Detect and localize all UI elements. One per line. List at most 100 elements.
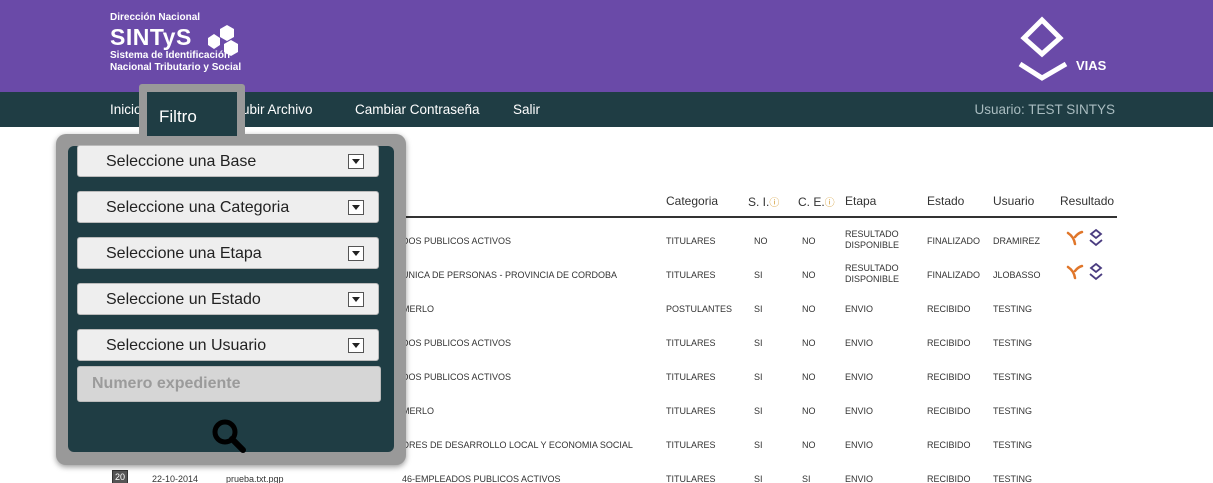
- row-etapa-2: DISPONIBLE: [845, 240, 900, 250]
- vias-label: VIAS: [1076, 58, 1107, 73]
- download-result-icon[interactable]: [1066, 230, 1084, 246]
- row-date: 22-10-2014: [152, 474, 199, 483]
- row-si: SI: [754, 338, 763, 348]
- row-name: DOS PUBLICOS ACTIVOS: [402, 372, 512, 382]
- row-ce: NO: [802, 406, 816, 416]
- vias-logo-icon[interactable]: [1010, 14, 1080, 86]
- row-file[interactable]: prueba.txt.pgp: [226, 474, 284, 483]
- row-estado: RECIBIDO: [927, 372, 971, 382]
- row-si: SI: [754, 304, 763, 314]
- row-name: MERLO: [402, 406, 435, 416]
- vias-result-icon[interactable]: [1089, 262, 1103, 281]
- row-categoria: TITULARES: [666, 236, 716, 246]
- row-usuario: JLOBASSO: [993, 270, 1041, 280]
- row-name: 46-EMPLEADOS PUBLICOS ACTIVOS: [402, 474, 561, 483]
- filter-tab-inner: Filtro: [147, 92, 237, 136]
- nav-item-salir[interactable]: Salir: [513, 102, 540, 117]
- col-header-resultado: Resultado: [1060, 194, 1115, 208]
- chevron-down-icon[interactable]: [348, 200, 364, 215]
- expediente-input[interactable]: [77, 366, 381, 402]
- select-base-label: Seleccione una Base: [106, 153, 257, 170]
- row-categoria: TITULARES: [666, 440, 716, 450]
- select-etapa[interactable]: Seleccione una Etapa: [77, 237, 379, 269]
- row-si: SI: [754, 372, 763, 382]
- row-si: SI: [754, 406, 763, 416]
- search-icon[interactable]: [211, 418, 247, 454]
- nav-item-inicio[interactable]: Inicio: [110, 102, 142, 117]
- help-icon[interactable]: ⓘ: [825, 198, 835, 209]
- current-user-label: Usuario: TEST SINTYS: [974, 102, 1115, 117]
- help-icon[interactable]: ⓘ: [769, 198, 779, 209]
- app-header: Dirección Nacional SINTyS Sistema de Ide…: [0, 0, 1213, 92]
- row-ce: NO: [802, 270, 816, 280]
- row-etapa: ENVIO: [845, 474, 874, 483]
- nav-item-cambiar-contrasena[interactable]: Cambiar Contraseña: [355, 102, 480, 117]
- select-categoria-label: Seleccione una Categoria: [106, 199, 290, 216]
- chevron-down-icon[interactable]: [348, 292, 364, 307]
- row-name: DOS PUBLICOS ACTIVOS: [402, 338, 512, 348]
- row-name: DOS PUBLICOS ACTIVOS: [402, 236, 512, 246]
- row-estado: RECIBIDO: [927, 338, 971, 348]
- filter-tab[interactable]: Filtro: [139, 84, 245, 136]
- col-header-ce-label: C. E.: [798, 195, 825, 209]
- logo-org-small: Dirección Nacional: [110, 12, 201, 23]
- row-name: UNICA DE PERSONAS - PROVINCIA DE CORDOBA: [402, 270, 618, 280]
- sintys-hexagons-icon: [208, 25, 238, 56]
- row-categoria: TITULARES: [666, 270, 716, 280]
- col-header-estado[interactable]: Estado: [927, 194, 964, 208]
- row-usuario: TESTING: [993, 406, 1033, 416]
- row-name: MERLO: [402, 304, 435, 314]
- row-ce: SI: [802, 474, 811, 483]
- row-estado: RECIBIDO: [927, 440, 971, 450]
- row-si: SI: [754, 474, 763, 483]
- row-usuario: TESTING: [993, 372, 1033, 382]
- vias-result-icon[interactable]: [1089, 228, 1103, 247]
- row-ce: NO: [802, 236, 816, 246]
- row-etapa: ENVIO: [845, 304, 874, 314]
- chevron-down-icon[interactable]: [348, 246, 364, 261]
- result-icons: [1066, 228, 1103, 247]
- select-usuario-label: Seleccione un Usuario: [106, 337, 267, 354]
- filter-tab-label: Filtro: [159, 107, 197, 126]
- row-estado: RECIBIDO: [927, 406, 971, 416]
- row-estado: RECIBIDO: [927, 474, 971, 483]
- col-header-etapa[interactable]: Etapa: [845, 194, 876, 208]
- result-icons: [1066, 262, 1103, 281]
- row-name: ORES DE DESARROLLO LOCAL Y ECONOMIA SOCI…: [402, 440, 633, 450]
- select-estado-label: Seleccione un Estado: [106, 291, 261, 308]
- row-etapa: ENVIO: [845, 406, 874, 416]
- row-usuario: TESTING: [993, 304, 1033, 314]
- col-header-si[interactable]: S. I.ⓘ: [748, 194, 779, 209]
- row-number-badge: 20: [112, 470, 129, 483]
- row-categoria: POSTULANTES: [666, 304, 733, 314]
- row-etapa: ENVIO: [845, 440, 874, 450]
- row-categoria: TITULARES: [666, 372, 716, 382]
- select-categoria[interactable]: Seleccione una Categoria: [77, 191, 379, 223]
- row-etapa: RESULTADO: [845, 263, 899, 273]
- table-header-divider: [360, 216, 1117, 218]
- row-etapa: RESULTADO: [845, 229, 899, 239]
- chevron-down-icon[interactable]: [348, 338, 364, 353]
- select-usuario[interactable]: Seleccione un Usuario: [77, 329, 379, 361]
- select-etapa-label: Seleccione una Etapa: [106, 245, 262, 262]
- row-ce: NO: [802, 372, 816, 382]
- row-ce: NO: [802, 304, 816, 314]
- row-si: SI: [754, 270, 763, 280]
- chevron-down-icon[interactable]: [348, 154, 364, 169]
- col-header-ce[interactable]: C. E.ⓘ: [798, 194, 835, 209]
- row-etapa: ENVIO: [845, 338, 874, 348]
- logo-org-sub2: Nacional Tributario y Social: [110, 62, 242, 73]
- row-si: NO: [754, 236, 768, 246]
- download-result-icon[interactable]: [1066, 264, 1084, 280]
- row-estado: FINALIZADO: [927, 236, 981, 246]
- col-header-categoria[interactable]: Categoria: [666, 194, 718, 208]
- select-estado[interactable]: Seleccione un Estado: [77, 283, 379, 315]
- row-ce: NO: [802, 338, 816, 348]
- select-base[interactable]: Seleccione una Base: [77, 145, 379, 177]
- row-usuario: TESTING: [993, 440, 1033, 450]
- row-estado: FINALIZADO: [927, 270, 981, 280]
- row-etapa: ENVIO: [845, 372, 874, 382]
- col-header-usuario[interactable]: Usuario: [993, 194, 1034, 208]
- row-ce: NO: [802, 440, 816, 450]
- row-usuario: TESTING: [993, 474, 1033, 483]
